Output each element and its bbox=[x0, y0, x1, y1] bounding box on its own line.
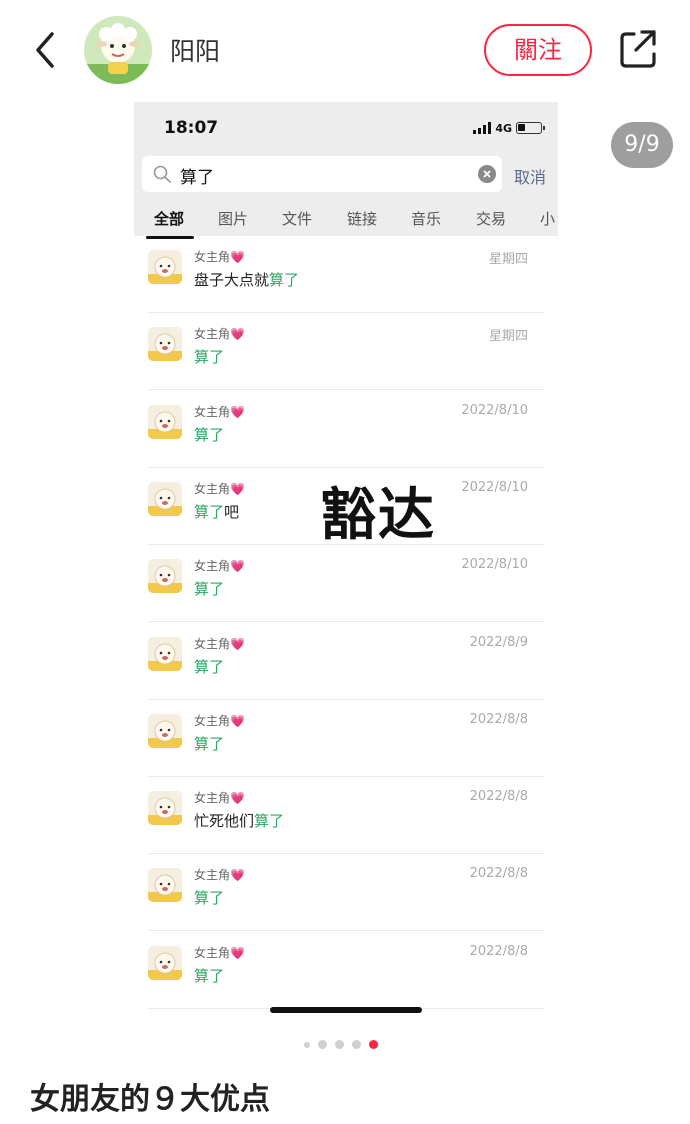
message-date: 2022/8/8 bbox=[469, 943, 528, 959]
tab-music: 音乐 bbox=[411, 210, 442, 228]
carousel-dot[interactable] bbox=[304, 1041, 310, 1048]
message-snippet: 算了 bbox=[194, 966, 225, 985]
message-snippet: 盘子大点就算了 bbox=[194, 271, 300, 289]
heart-icon: 💗 bbox=[230, 481, 245, 496]
post-image[interactable]: 18:07 4G 算了 取消 全部 图片 文件 链接 音乐 交易 小 女主角💗 … bbox=[134, 102, 558, 1020]
share-button[interactable] bbox=[618, 28, 658, 70]
search-result-row: 女主角💗 算了 星期四 bbox=[148, 313, 558, 391]
carousel-dot[interactable] bbox=[335, 1040, 344, 1049]
message-date: 2022/8/8 bbox=[469, 789, 528, 805]
contact-name: 女主角💗 bbox=[194, 868, 245, 883]
message-date: 2022/8/9 bbox=[469, 634, 528, 650]
search-result-row: 女主角💗 算了 2022/8/8 bbox=[148, 854, 558, 932]
search-input: 算了 bbox=[142, 156, 502, 192]
message-snippet: 算了 bbox=[194, 425, 225, 444]
tab-files: 文件 bbox=[282, 210, 313, 228]
top-bar: 阳阳 關注 bbox=[0, 0, 690, 100]
contact-avatar bbox=[148, 713, 182, 748]
message-date: 2022/8/10 bbox=[461, 479, 528, 495]
author-name[interactable]: 阳阳 bbox=[170, 32, 220, 68]
search-result-row: 女主角💗 算了 2022/8/10 bbox=[148, 545, 558, 623]
carousel-dot[interactable] bbox=[369, 1040, 378, 1049]
contact-name: 女主角💗 bbox=[194, 481, 245, 496]
heart-icon: 💗 bbox=[230, 791, 245, 806]
search-result-row: 女主角💗 算了 2022/8/8 bbox=[148, 700, 558, 777]
heart-icon: 💗 bbox=[230, 713, 245, 728]
back-button[interactable] bbox=[28, 28, 68, 72]
contact-avatar bbox=[148, 327, 182, 362]
tab-images: 图片 bbox=[218, 210, 249, 228]
carousel-dots bbox=[304, 1040, 378, 1049]
cancel-link: 取消 bbox=[514, 168, 547, 187]
search-result-row: 女主角💗 算了 2022/8/10 bbox=[148, 391, 558, 468]
heart-icon: 💗 bbox=[230, 250, 245, 264]
carousel-dot[interactable] bbox=[352, 1040, 361, 1049]
contact-name: 女主角💗 bbox=[194, 250, 245, 264]
message-date: 2022/8/8 bbox=[469, 711, 528, 727]
message-snippet: 算了吧 bbox=[194, 502, 240, 521]
contact-avatar bbox=[148, 636, 182, 671]
message-date: 2022/8/8 bbox=[469, 866, 528, 882]
contact-avatar bbox=[148, 404, 182, 439]
message-snippet: 算了 bbox=[194, 348, 225, 367]
message-snippet: 算了 bbox=[194, 657, 225, 676]
follow-button[interactable]: 關注 bbox=[484, 24, 592, 76]
clear-icon bbox=[478, 165, 496, 183]
search-query: 算了 bbox=[180, 168, 214, 188]
search-result-row: 女主角💗 算了 2022/8/9 bbox=[148, 623, 558, 700]
carousel-dot[interactable] bbox=[318, 1040, 327, 1049]
message-date: 2022/8/10 bbox=[461, 402, 528, 418]
heart-icon: 💗 bbox=[230, 404, 245, 419]
search-icon bbox=[153, 165, 171, 183]
status-icons: 4G bbox=[473, 120, 545, 136]
battery-icon bbox=[516, 122, 545, 134]
network-label: 4G bbox=[495, 121, 512, 135]
contact-avatar bbox=[148, 481, 182, 516]
contact-avatar bbox=[148, 791, 182, 826]
signal-icon bbox=[473, 122, 492, 134]
search-result-row: 女主角💗 盘子大点就算了 星期四 bbox=[148, 236, 558, 313]
contact-avatar bbox=[148, 868, 182, 903]
heart-icon: 💗 bbox=[230, 636, 245, 651]
contact-name: 女主角💗 bbox=[194, 636, 245, 651]
search-result-row: 女主角💗 忙死他们算了 2022/8/8 bbox=[148, 777, 558, 855]
post-title: 女朋友的９大优点 bbox=[30, 1082, 270, 1117]
sheep-avatar-icon bbox=[84, 16, 152, 84]
tab-mini: 小 bbox=[540, 210, 556, 228]
overlay-caption: 豁达 bbox=[320, 483, 436, 548]
message-date: 星期四 bbox=[488, 252, 528, 267]
message-snippet: 算了 bbox=[194, 580, 225, 599]
heart-icon: 💗 bbox=[230, 327, 245, 342]
heart-icon: 💗 bbox=[230, 559, 245, 574]
contact-avatar bbox=[148, 250, 182, 284]
contact-name: 女主角💗 bbox=[194, 404, 245, 419]
tab-links: 链接 bbox=[347, 210, 378, 228]
contact-name: 女主角💗 bbox=[194, 327, 245, 342]
message-date: 星期四 bbox=[488, 329, 528, 345]
message-snippet: 算了 bbox=[194, 734, 225, 753]
status-time: 18:07 bbox=[164, 118, 219, 138]
message-date: 2022/8/10 bbox=[461, 557, 528, 573]
heart-icon: 💗 bbox=[230, 868, 245, 883]
chat-search-header: 18:07 4G 算了 取消 全部 图片 文件 链接 音乐 交易 小 bbox=[134, 102, 558, 239]
tab-trade: 交易 bbox=[476, 210, 507, 228]
chevron-left-icon bbox=[36, 32, 54, 68]
author-avatar[interactable] bbox=[84, 16, 152, 84]
contact-name: 女主角💗 bbox=[194, 945, 245, 960]
contact-avatar bbox=[148, 945, 182, 980]
tab-all: 全部 bbox=[154, 210, 185, 228]
search-tabs: 全部 图片 文件 链接 音乐 交易 小 bbox=[134, 208, 558, 239]
contact-name: 女主角💗 bbox=[194, 713, 245, 728]
contact-name: 女主角💗 bbox=[194, 791, 245, 806]
search-result-row: 女主角💗 算了 2022/8/8 bbox=[148, 932, 558, 1009]
heart-icon: 💗 bbox=[230, 945, 245, 960]
contact-avatar bbox=[148, 559, 182, 594]
home-indicator bbox=[270, 1007, 422, 1013]
contact-name: 女主角💗 bbox=[194, 559, 245, 574]
message-snippet: 算了 bbox=[194, 889, 225, 908]
message-snippet: 忙死他们算了 bbox=[194, 812, 285, 831]
image-counter: 9/9 bbox=[611, 122, 673, 168]
share-external-icon bbox=[620, 30, 656, 68]
